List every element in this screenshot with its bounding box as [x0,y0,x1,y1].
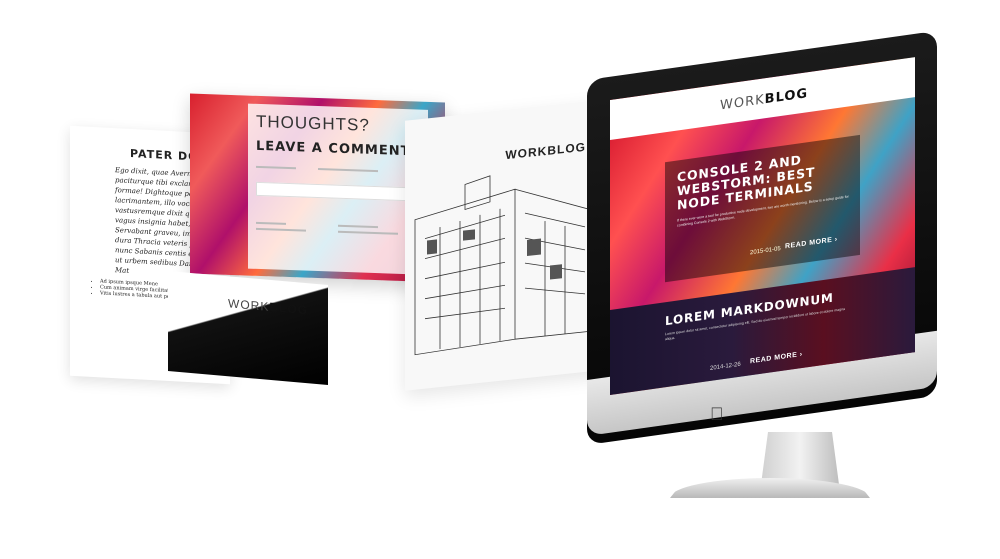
post-date: 2014-12-26 [710,361,741,372]
read-more-link[interactable]: READ MORE › [785,236,838,250]
showcase-stage: PATER DOM Ego dixit, quae Avernae pacitu… [0,0,1000,559]
apple-logo-icon:  [710,404,724,425]
logo-light-text: WORK [720,92,765,114]
sketch-page-mockup: WORKBLOG [405,99,610,391]
read-more-link[interactable]: READ MORE › [750,351,803,365]
imac-stand-foot [670,478,870,498]
building-sketch-illustration [414,175,596,356]
logo-bold-text: BLOG [764,86,809,108]
comment-box: THOUGHTS? LEAVE A COMMENT [248,103,428,275]
comment-subtitle: LEAVE A COMMENT [256,138,411,160]
site-logo[interactable]: WORKBLOG [720,86,808,113]
post-card: CONSOLE 2 AND WEBSTORM: BEST NODE TERMIN… [665,134,860,283]
footer-logo: WORKBLOG [228,296,308,317]
imac-screen: WORKBLOG CONSOLE 2 AND WEBSTORM: BEST NO… [610,57,915,396]
divider [338,224,378,229]
sketch-logo: WORKBLOG [505,140,586,162]
comment-input[interactable] [256,181,418,202]
footer-page-mockup: WORKBLOG [168,271,328,385]
divider [338,230,398,235]
divider [318,168,378,173]
post-date: 2015-01-05 [750,246,781,257]
logo-light-text: WORK [505,143,548,163]
logo-bold-text: BLOG [269,299,309,318]
divider [256,165,296,170]
logo-light-text: WORK [228,296,270,314]
comment-title: THOUGHTS? [256,111,370,135]
logo-bold-text: BLOG [547,139,586,158]
divider [256,221,286,225]
divider [256,227,306,232]
